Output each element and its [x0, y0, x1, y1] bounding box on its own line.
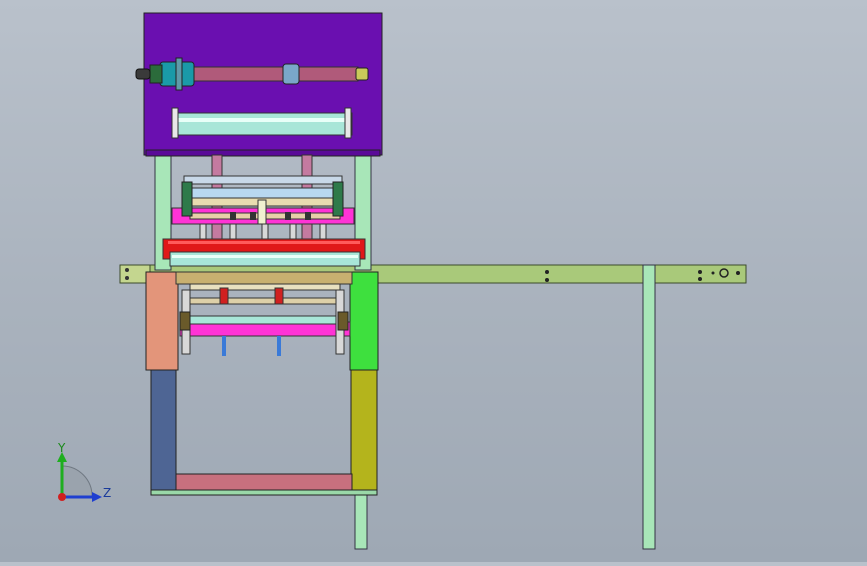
- y-axis-label: Y: [58, 441, 66, 455]
- left-lower-leg[interactable]: [150, 369, 177, 495]
- right-support-leg[interactable]: [642, 264, 656, 550]
- z-axis-label: Z: [103, 486, 112, 500]
- upper-plate-assembly[interactable]: [171, 175, 355, 243]
- right-upper-block[interactable]: [349, 271, 379, 371]
- red-press-plate[interactable]: [162, 238, 366, 267]
- top-housing[interactable]: [135, 12, 383, 157]
- bottom-beam[interactable]: [150, 473, 378, 496]
- lower-mechanism[interactable]: [175, 271, 353, 356]
- cad-viewport[interactable]: Y Z: [0, 0, 867, 562]
- right-lower-leg[interactable]: [350, 369, 378, 495]
- assembly-drawing: [57, 12, 747, 550]
- left-upper-block[interactable]: [145, 271, 179, 371]
- coordinate-triad: [57, 452, 102, 502]
